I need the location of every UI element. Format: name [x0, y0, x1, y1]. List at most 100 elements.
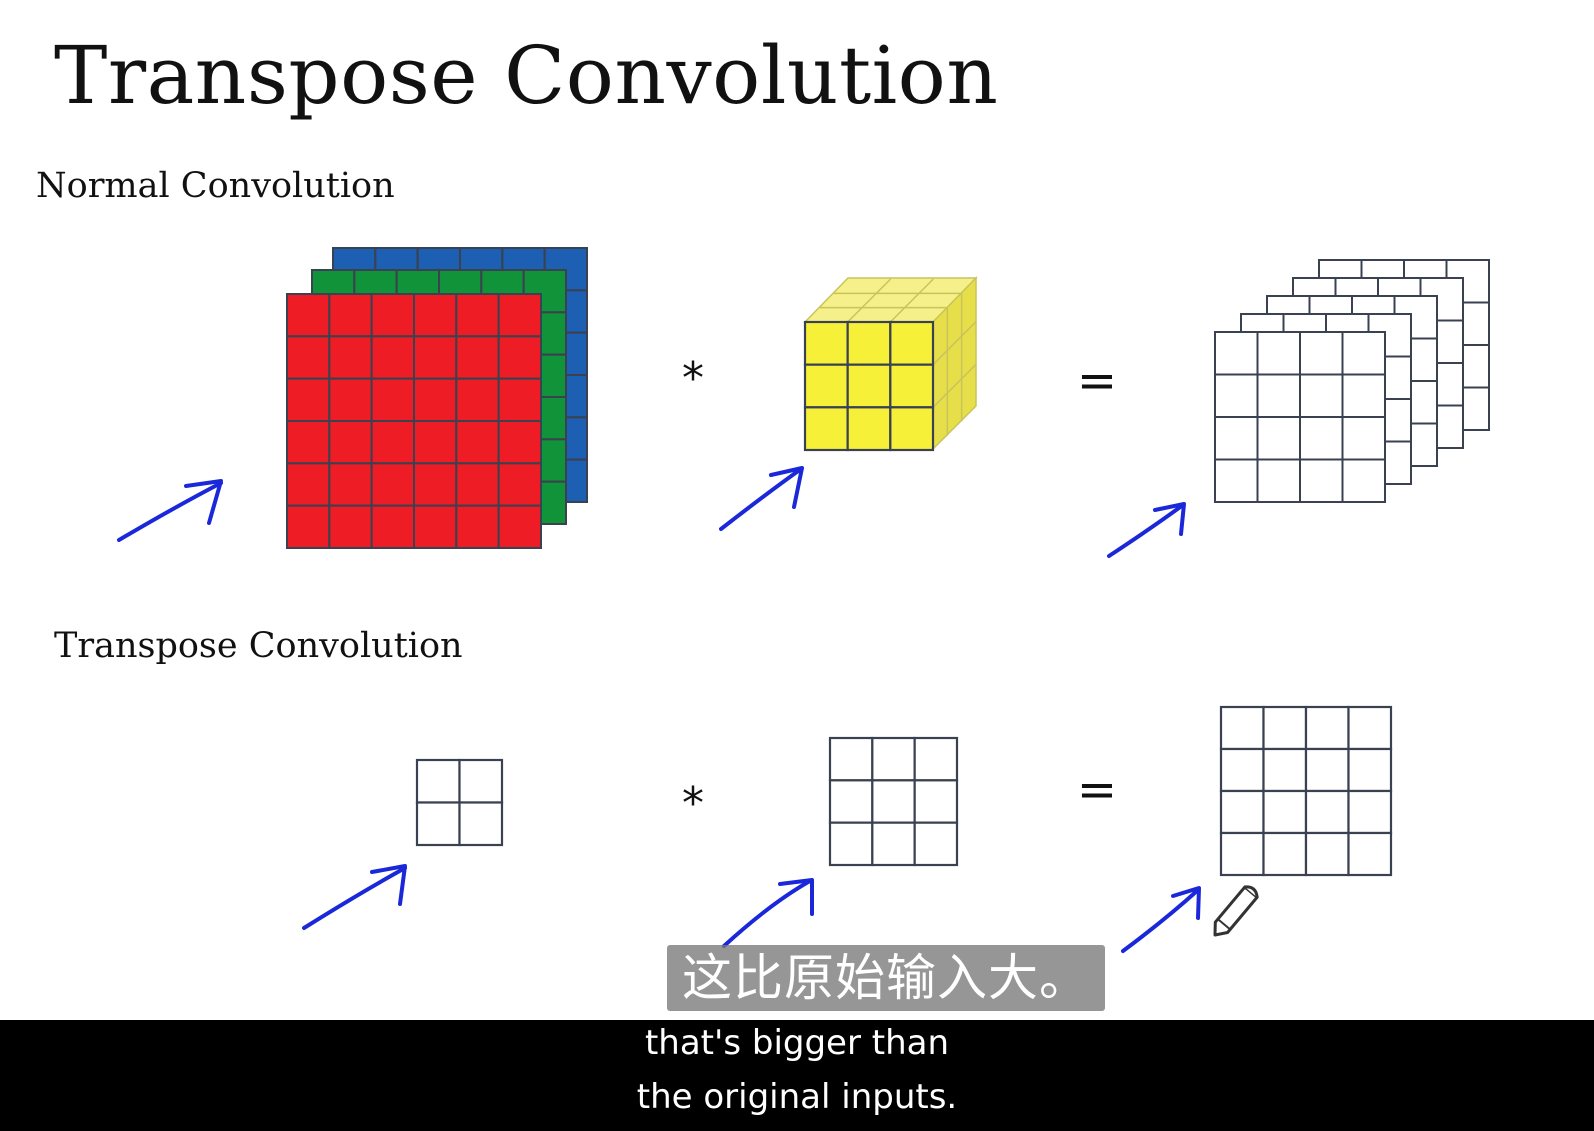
input-cell: [286, 335, 331, 380]
output-cell: [1214, 331, 1259, 376]
normal-row-annotations: [117, 466, 1186, 558]
input-cell: [328, 293, 373, 338]
output-cell: [1299, 416, 1344, 461]
output-cell: [1256, 331, 1301, 376]
transpose-filter-cell: [828, 821, 874, 867]
output-cell: [1341, 458, 1386, 503]
transpose-output-cell: [1347, 831, 1393, 877]
input-cell: [328, 462, 373, 507]
transpose-output-cell: [1262, 789, 1308, 835]
input-cell: [286, 420, 331, 465]
english-subtitle-line-2: the original inputs.: [636, 1077, 958, 1117]
transpose-filter-cell: [871, 779, 916, 824]
output-cell: [1341, 416, 1386, 461]
input-cell: [497, 377, 542, 422]
input-cell: [370, 377, 415, 422]
transpose-convolution-operator: *: [682, 778, 704, 829]
input-cell: [370, 420, 415, 465]
transpose-output-cell: [1304, 705, 1350, 751]
filter-cell: [803, 320, 849, 366]
normal-output-stack: [1214, 259, 1490, 503]
input-cell: [328, 420, 373, 465]
input-cell: [413, 377, 458, 422]
transpose-filter-grid: [828, 736, 959, 867]
pen-cursor-icon: [1213, 885, 1259, 937]
transpose-output-cell: [1219, 831, 1265, 877]
filter-cell: [846, 406, 892, 452]
input-cell: [286, 462, 331, 507]
input-cell: [286, 377, 331, 422]
transpose-equals-operator: =: [1077, 762, 1117, 818]
input-cell: [413, 504, 458, 549]
input-cell: [455, 504, 500, 549]
slide: Transpose Convolution Normal Convolution…: [0, 0, 1594, 1131]
output-cell: [1299, 458, 1344, 503]
input-cell: [497, 293, 542, 338]
output-cell: [1299, 373, 1344, 418]
annotation-arrow-icon: [719, 466, 804, 531]
input-cell: [455, 377, 500, 422]
output-cell: [1214, 373, 1259, 418]
normal-convolution-operator: *: [682, 353, 704, 404]
input-cell: [497, 420, 542, 465]
transpose-filter-cell: [828, 779, 874, 824]
transpose-input-cell: [458, 758, 504, 804]
normal-filter-cube: [803, 276, 978, 452]
output-cell: [1256, 373, 1301, 418]
input-cell: [455, 462, 500, 507]
output-cell: [1256, 458, 1301, 503]
input-cell: [328, 504, 373, 549]
filter-cube-front-face: [803, 320, 935, 452]
input-cell: [455, 420, 500, 465]
transpose-filter-cell: [871, 821, 916, 867]
filter-cell: [889, 406, 935, 452]
transpose-output-cell: [1347, 705, 1393, 751]
transpose-filter-cell: [913, 736, 959, 782]
transpose-output-cell: [1219, 747, 1265, 793]
input-cell: [370, 335, 415, 380]
transpose-output-cell: [1304, 789, 1350, 835]
input-cell: [370, 293, 415, 338]
annotation-arrow-icon: [722, 878, 814, 948]
transpose-input-grid: [415, 758, 504, 847]
input-cell: [413, 462, 458, 507]
annotation-arrow-icon: [1121, 886, 1201, 953]
input-cell: [286, 504, 331, 549]
chinese-subtitle: 这比原始输入大。: [667, 945, 1105, 1011]
transpose-output-cell: [1262, 705, 1308, 751]
normal-equals-operator: =: [1077, 353, 1117, 409]
annotation-arrow-icon: [302, 864, 407, 930]
annotation-arrow-icon: [117, 479, 223, 542]
transpose-filter-cell: [913, 821, 959, 867]
input-cell: [497, 462, 542, 507]
input-cell: [286, 293, 331, 338]
input-cell: [455, 335, 500, 380]
transpose-output-grid: [1219, 705, 1393, 877]
input-cell: [370, 504, 415, 549]
output-cell: [1214, 458, 1259, 503]
transpose-row-annotations: [302, 864, 1201, 953]
input-cell: [370, 462, 415, 507]
input-cell: [455, 293, 500, 338]
transpose-output-cell: [1347, 789, 1393, 835]
transpose-input-cell: [415, 801, 461, 847]
filter-cell: [846, 363, 892, 409]
input-cell: [328, 335, 373, 380]
input-cell: [413, 420, 458, 465]
input-cell: [497, 504, 542, 549]
filter-cell: [803, 406, 849, 452]
filter-cell: [889, 363, 935, 409]
filter-cell: [889, 320, 935, 366]
output-cell: [1341, 331, 1386, 376]
output-cell: [1299, 331, 1344, 376]
transpose-filter-cell: [871, 736, 916, 782]
output-cell: [1256, 416, 1301, 461]
input-cell: [413, 335, 458, 380]
transpose-output-cell: [1219, 789, 1265, 835]
transpose-filter-cell: [828, 736, 874, 782]
transpose-output-cell: [1347, 747, 1393, 793]
filter-cell: [846, 320, 892, 366]
output-cell: [1341, 373, 1386, 418]
transpose-filter-cell: [913, 779, 959, 824]
english-subtitle-line-1: that's bigger than: [644, 1023, 950, 1063]
